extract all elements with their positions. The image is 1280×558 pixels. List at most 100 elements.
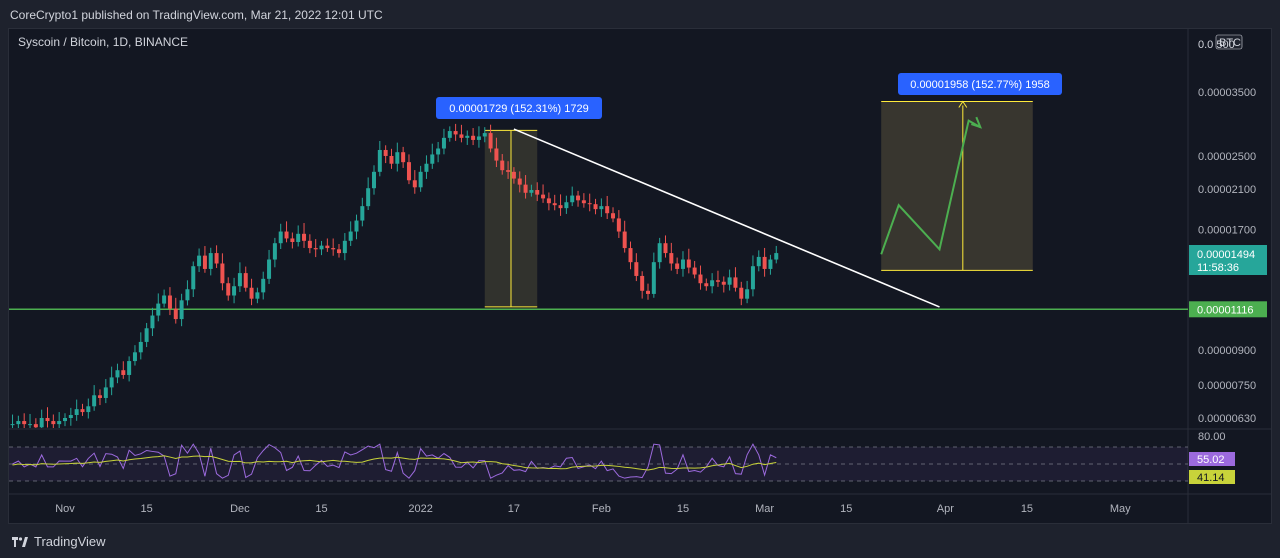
candle-body [692,267,697,275]
y-tick-label: 0.00000630 [1198,413,1256,425]
candle-body [22,421,27,425]
candle-body [267,259,272,279]
candle-body [616,218,621,232]
candle-body [564,202,569,209]
candle-body [710,280,715,287]
support-price-value: 0.00001116 [1197,304,1253,316]
candle-body [535,190,540,195]
candle-body [441,137,446,149]
candle-body [342,240,347,254]
candle-body [593,204,598,210]
candle-body [109,377,114,388]
candle-body [756,256,761,267]
candle-body [237,273,242,287]
candle-body [39,418,44,428]
candle-body [663,243,668,254]
candle-body [465,135,470,138]
footer-brand-text: TradingView [34,534,106,549]
candle-body [377,149,382,172]
x-tick-label: 2022 [408,503,432,515]
chart-title: Syscoin / Bitcoin, 1D, BINANCE [18,35,188,49]
candle-body [634,262,639,276]
candle-body [16,421,21,425]
candle-body [127,361,132,375]
candle-body [447,131,452,138]
candle-body [587,203,592,205]
candle-body [348,231,353,241]
candle-body [511,171,516,179]
candle-body [255,292,260,299]
candle-body [337,249,342,254]
y-tick-label: 0.00000900 [1198,345,1256,357]
candle-body [628,248,633,263]
candle-body [45,418,50,422]
candle-body [167,295,172,309]
candle-body [97,395,102,398]
chart-svg: Syscoin / Bitcoin, 1D, BINANCE BTC0.0 500… [9,29,1271,523]
candle-body [669,253,674,264]
candle-body [162,295,167,304]
candle-body [494,148,499,161]
y-tick-label: 0.00001700 [1198,224,1256,236]
candle-body [406,162,411,181]
candle-body [150,315,155,329]
candle-body [517,178,522,185]
x-tick-label: 17 [508,503,520,515]
candle-body [605,206,610,214]
candle-body [138,341,143,353]
candle-body [476,136,481,140]
candle-body [552,203,557,206]
x-tick-label: Nov [55,503,75,515]
candle-body [243,273,248,288]
candle-body [86,406,91,413]
candle-body [179,300,184,320]
measure-box-right [881,101,1033,271]
candle-body [132,352,137,362]
candle-body [80,409,85,413]
candle-body [325,245,330,249]
candle-body [471,135,476,140]
candle-body [226,283,231,296]
candle-body [412,180,417,188]
candle-body [115,370,120,378]
top-tick-partial: 0.0 500 [1198,39,1235,51]
tradingview-brand[interactable]: TradingView [12,534,106,549]
candle-body [686,259,691,268]
candle-body [721,281,726,285]
candle-body [430,154,435,164]
candle-body [185,289,190,301]
rsi-ma-value: 41.14 [1197,472,1225,484]
candle-body [506,170,511,172]
x-tick-label: Mar [755,503,774,515]
x-tick-label: Feb [592,503,611,515]
y-tick-label: 0.00003500 [1198,87,1256,99]
y-tick-label: 0.00002100 [1198,184,1256,196]
trendline [513,128,940,308]
candle-body [284,231,289,239]
candle-body [675,263,680,269]
candle-body [488,133,493,149]
candle-body [704,283,709,287]
candle-body [768,259,773,269]
candle-body [570,195,575,203]
candle-body [558,205,563,209]
candle-body [546,198,551,204]
candle-body [750,266,755,290]
measure-left-label: 0.00001729 (152.31%) 1729 [449,103,588,115]
current-price-value: 0.00001494 [1197,249,1255,261]
candle-body [762,256,767,269]
candle-body [646,290,650,294]
candle-body [354,220,359,232]
candle-body [232,286,237,296]
candle-body [482,133,487,137]
x-tick-label: 15 [140,503,152,515]
candle-body [745,289,750,299]
candle-body [383,149,388,156]
candle-body [523,184,528,193]
candle-body [774,253,779,260]
x-tick-label: Dec [230,503,250,515]
x-tick-label: 15 [1021,503,1033,515]
candle-body [651,262,656,294]
candle-body [459,134,464,138]
rsi-upper-tick: 80.00 [1198,431,1226,443]
